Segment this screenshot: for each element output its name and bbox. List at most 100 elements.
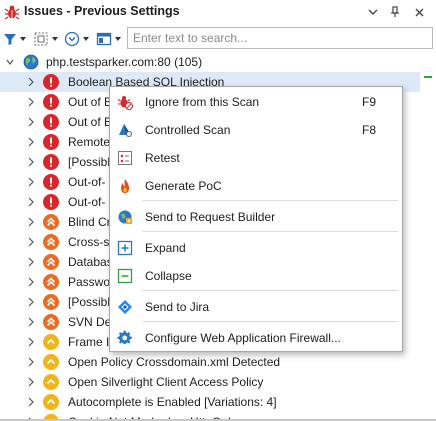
menu-item-label: Retest bbox=[145, 151, 180, 165]
severity-medium-icon bbox=[43, 294, 59, 310]
group-icon bbox=[34, 32, 48, 46]
issue-label: Passwor bbox=[68, 275, 115, 289]
title-bar: Issues - Previous Settings bbox=[0, 0, 436, 24]
menu-item-send-to-request-builder[interactable]: Send to Request Builder bbox=[110, 203, 402, 231]
severity-medium-icon bbox=[43, 234, 59, 250]
panel-title: Issues - Previous Settings bbox=[24, 4, 180, 18]
expand-right-icon[interactable] bbox=[27, 377, 35, 387]
tree-issue-node[interactable]: Autocomplete is Enabled [Variations: 4] bbox=[0, 392, 420, 412]
expand-right-icon[interactable] bbox=[27, 137, 35, 147]
window-icon bbox=[96, 32, 112, 46]
issue-label: Blind Cr bbox=[68, 215, 111, 229]
menu-item-label: Controlled Scan bbox=[145, 123, 231, 137]
severity-medium-icon bbox=[43, 314, 59, 330]
issue-label: Autocomplete is Enabled [Variations: 4] bbox=[68, 395, 277, 409]
menu-item-configure-waf[interactable]: Configure Web Application Firewall... bbox=[110, 324, 402, 352]
expand-right-icon[interactable] bbox=[27, 237, 35, 247]
menu-separator bbox=[142, 290, 398, 291]
menu-item-collapse[interactable]: Collapse bbox=[110, 262, 402, 290]
tree-issue-node[interactable]: Open Policy Crossdomain.xml Detected bbox=[0, 352, 420, 372]
severity-medium-icon bbox=[43, 254, 59, 270]
issue-label: Remote bbox=[68, 135, 111, 149]
menu-item-retest[interactable]: Retest bbox=[110, 144, 402, 172]
expand-right-icon[interactable] bbox=[27, 397, 35, 407]
menu-item-ignore-from-scan[interactable]: Ignore from this Scan F9 bbox=[110, 88, 402, 116]
chevron-down-icon bbox=[368, 9, 378, 15]
severity-high-icon bbox=[43, 94, 59, 110]
expand-right-icon[interactable] bbox=[27, 337, 35, 347]
tree-root-node[interactable]: php.testsparker.com:80 (105) bbox=[0, 52, 420, 72]
menu-item-shortcut: F8 bbox=[361, 123, 376, 137]
issue-label: Out-of- bbox=[68, 175, 106, 189]
menu-item-controlled-scan[interactable]: Controlled Scan F8 bbox=[110, 116, 402, 144]
severity-medium-icon bbox=[43, 274, 59, 290]
filter-dropdown-button[interactable] bbox=[3, 29, 26, 49]
scrollbar-marker bbox=[424, 76, 432, 78]
issue-label: Open Silverlight Client Access Policy bbox=[68, 375, 264, 389]
menu-item-generate-poc[interactable]: Generate PoC bbox=[110, 172, 402, 200]
pin-button[interactable] bbox=[386, 3, 404, 21]
columns-dropdown-button[interactable] bbox=[96, 29, 121, 49]
group-dropdown-button[interactable] bbox=[33, 29, 58, 49]
severity-high-icon bbox=[43, 154, 59, 170]
caret-icon bbox=[52, 37, 58, 41]
close-icon bbox=[415, 8, 423, 16]
severity-low-icon bbox=[43, 334, 59, 350]
issue-label: [Possibl bbox=[68, 155, 111, 169]
close-button[interactable] bbox=[410, 3, 428, 21]
expand-right-icon[interactable] bbox=[27, 357, 35, 367]
globe-icon bbox=[23, 54, 39, 70]
issue-label: Out-of- bbox=[68, 195, 106, 209]
severity-low-icon bbox=[43, 394, 59, 410]
vertical-scrollbar[interactable] bbox=[420, 52, 436, 421]
search-box[interactable] bbox=[127, 27, 433, 49]
jira-icon bbox=[118, 300, 132, 314]
issue-label: Out of B bbox=[68, 115, 113, 129]
issue-label: SVN Det bbox=[68, 315, 115, 329]
severity-high-icon bbox=[43, 194, 59, 210]
menu-separator bbox=[142, 321, 398, 322]
window-dropdown-button[interactable] bbox=[364, 3, 382, 21]
menu-item-label: Collapse bbox=[145, 269, 192, 283]
expand-right-icon[interactable] bbox=[27, 177, 35, 187]
menu-item-expand[interactable]: Expand bbox=[110, 234, 402, 262]
menu-separator bbox=[142, 231, 398, 232]
expand-right-icon[interactable] bbox=[27, 277, 35, 287]
issue-label: Cross-si bbox=[68, 235, 112, 249]
expand-right-icon[interactable] bbox=[27, 77, 35, 87]
view-dropdown-button[interactable] bbox=[64, 29, 89, 49]
menu-item-send-to-jira[interactable]: Send to Jira bbox=[110, 293, 402, 321]
expand-right-icon[interactable] bbox=[27, 117, 35, 127]
expand-right-icon[interactable] bbox=[27, 297, 35, 307]
issue-label: [Possibl bbox=[68, 295, 111, 309]
issue-label: Databas bbox=[68, 255, 113, 269]
issue-label: Open Policy Crossdomain.xml Detected bbox=[68, 355, 281, 369]
controlled-scan-icon bbox=[119, 124, 132, 137]
expand-right-icon[interactable] bbox=[27, 257, 35, 267]
menu-item-label: Send to Jira bbox=[145, 300, 210, 314]
menu-item-shortcut: F9 bbox=[361, 95, 376, 109]
expand-right-icon[interactable] bbox=[27, 97, 35, 107]
retest-icon bbox=[118, 151, 132, 165]
severity-high-icon bbox=[43, 74, 59, 90]
root-node-label: php.testsparker.com:80 (105) bbox=[46, 55, 203, 69]
pin-icon bbox=[391, 6, 399, 17]
expand-down-icon bbox=[6, 59, 14, 65]
expand-right-icon[interactable] bbox=[27, 217, 35, 227]
tree-issue-node[interactable]: Open Silverlight Client Access Policy bbox=[0, 372, 420, 392]
filter-icon bbox=[4, 34, 16, 45]
caret-icon bbox=[20, 37, 26, 41]
circle-chevron-icon bbox=[64, 31, 80, 47]
search-input[interactable] bbox=[128, 28, 432, 48]
expand-right-icon[interactable] bbox=[27, 197, 35, 207]
context-menu: Ignore from this Scan F9 Controlled Scan… bbox=[109, 86, 403, 352]
menu-item-label: Configure Web Application Firewall... bbox=[145, 331, 341, 345]
severity-low-icon bbox=[43, 374, 59, 390]
expand-right-icon[interactable] bbox=[27, 157, 35, 167]
expand-icon bbox=[117, 240, 133, 256]
flame-icon bbox=[121, 179, 129, 193]
severity-high-icon bbox=[43, 174, 59, 190]
menu-separator bbox=[142, 200, 398, 201]
issue-label: Out of B bbox=[68, 95, 113, 109]
expand-right-icon[interactable] bbox=[27, 317, 35, 327]
